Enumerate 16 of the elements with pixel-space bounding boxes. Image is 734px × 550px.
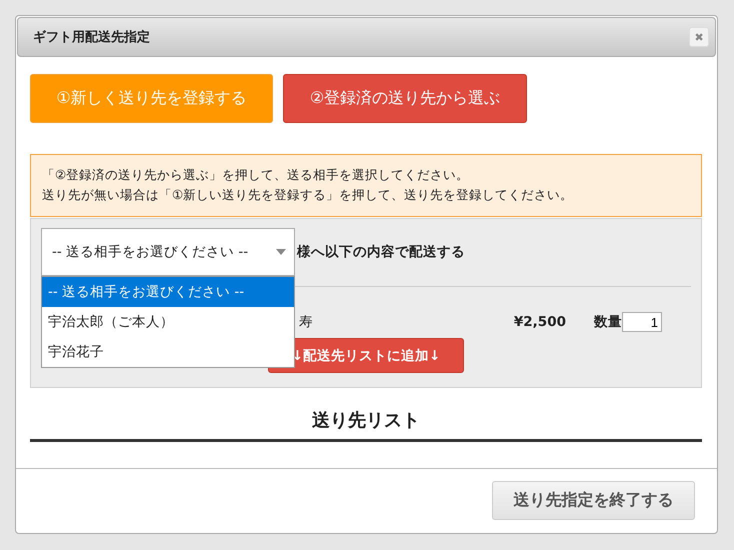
notice-text: 「②登録済の送り先から選ぶ」を押して、送る相手を選択してください。 (42, 166, 470, 184)
list-heading: 送り先リスト (311, 409, 421, 432)
caret-icon (276, 249, 286, 255)
send-label: 様へ以下の内容で配送する (297, 243, 465, 261)
quantity-field[interactable]: 1 (622, 312, 662, 332)
product-price: ¥2,500 (514, 314, 566, 330)
quantity-label: 数量 (594, 313, 622, 331)
notice-text: 送り先が無い場合は「①新しい送り先を登録する」を押して、送り先を登録してください。 (42, 186, 574, 204)
recipient-select[interactable]: -- 送る相手をお選びください -- (41, 228, 295, 276)
dialog-title: ギフト用配送先指定 (33, 28, 150, 46)
product-name: 寿 (299, 313, 314, 331)
dropdown-option[interactable]: 宇治太郎（ご本人） (42, 307, 294, 337)
finish-button[interactable]: 送り先指定を終了する (492, 481, 695, 520)
close-button[interactable]: ✖ (689, 27, 709, 47)
dropdown-option[interactable]: -- 送る相手をお選びください -- (42, 277, 294, 307)
mode-button[interactable]: ②登録済の送り先から選ぶ (283, 74, 527, 123)
